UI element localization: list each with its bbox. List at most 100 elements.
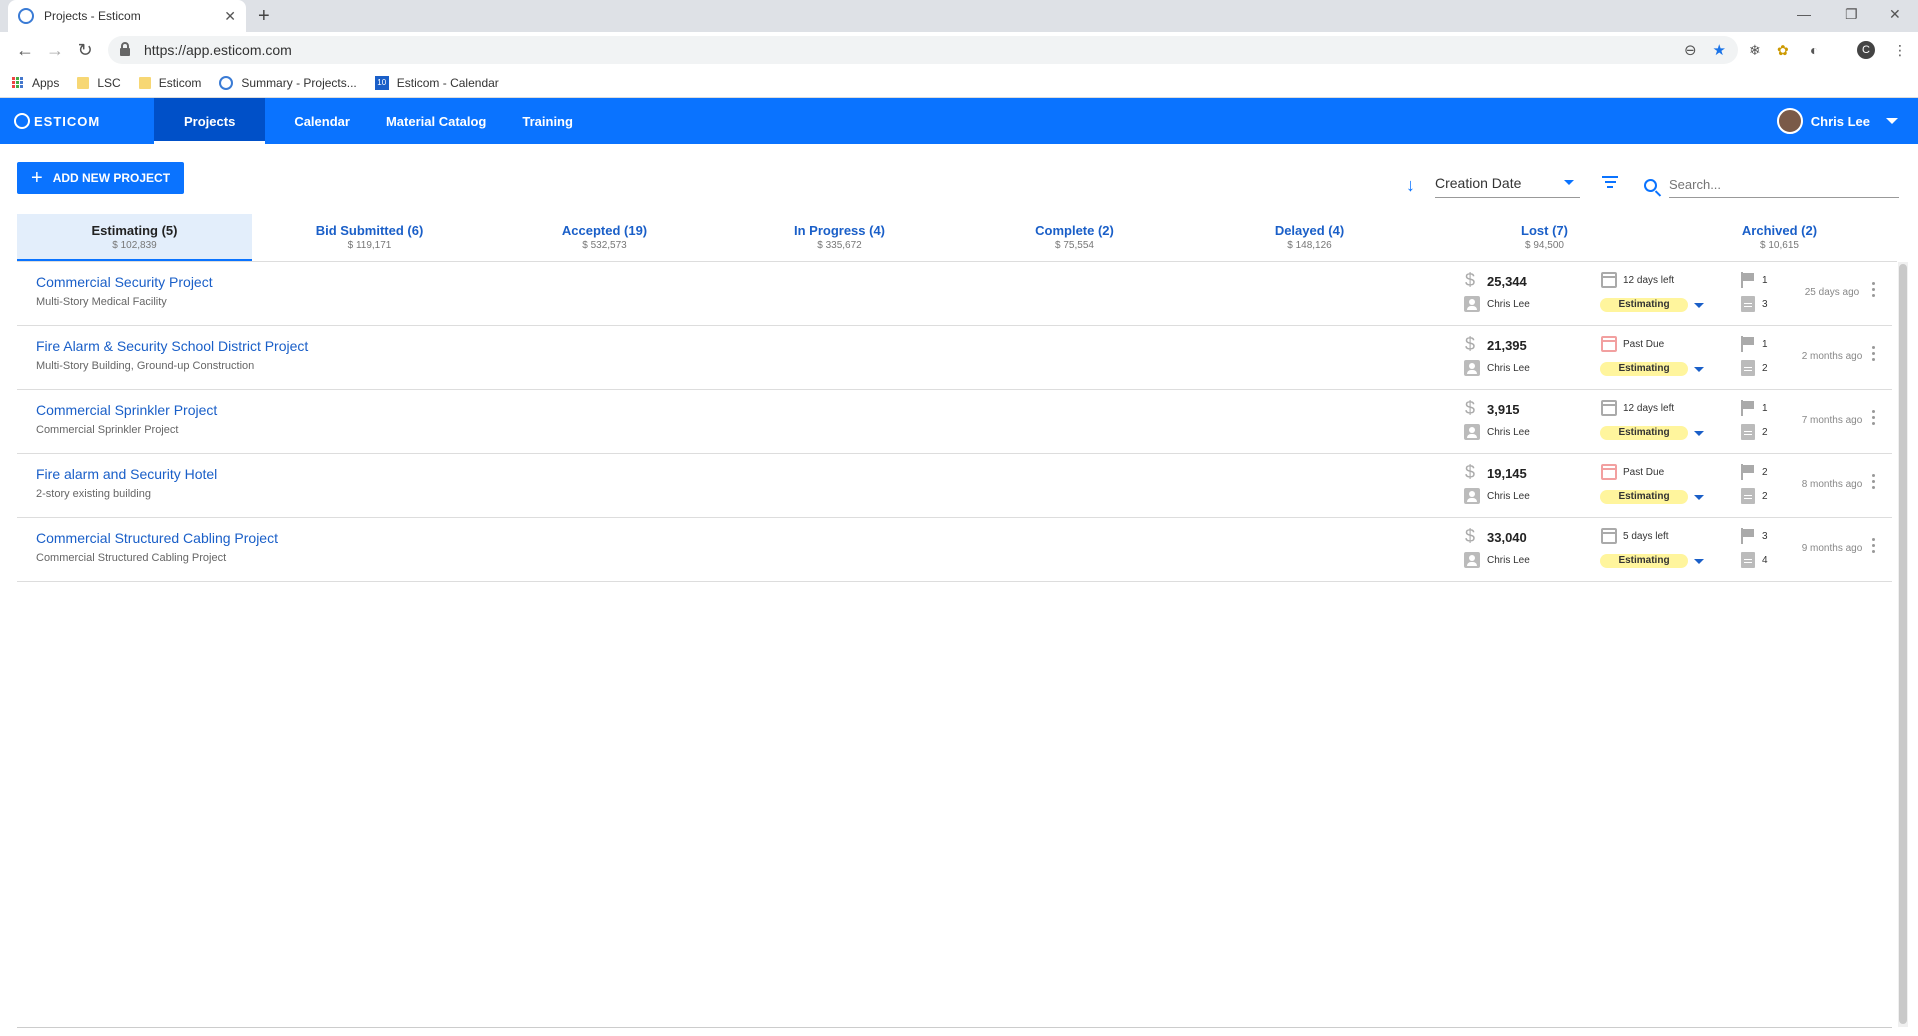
project-row[interactable]: Commercial Security Project Multi-Story … (17, 262, 1892, 326)
bookmark-apps[interactable]: Apps (12, 76, 59, 90)
bookmarks-bar: Apps LSC Esticom Summary - Projects... 1… (0, 68, 1918, 98)
restore-icon[interactable]: ❐ (1845, 6, 1858, 23)
flag-icon (1740, 400, 1756, 416)
project-row[interactable]: Fire Alarm & Security School District Pr… (17, 326, 1892, 390)
browser-menu-icon[interactable]: ⋮ (1893, 42, 1907, 59)
flag-icon (1740, 528, 1756, 544)
status-tab[interactable]: Estimating (5) $ 102,839 (17, 214, 252, 261)
calendar-icon (1601, 528, 1617, 544)
document-icon (1741, 552, 1755, 568)
document-icon (1741, 296, 1755, 312)
bookmark-label: Esticom - Calendar (396, 75, 499, 90)
status-tab[interactable]: In Progress (4) $ 335,672 (722, 214, 957, 261)
extension-snowflake-icon[interactable]: ❄ (1749, 42, 1761, 59)
more-options-icon[interactable] (1872, 410, 1876, 428)
chevron-down-icon[interactable] (1694, 431, 1704, 436)
sort-direction-icon[interactable]: ↓ (1406, 175, 1415, 196)
status-tab[interactable]: Accepted (19) $ 532,573 (487, 214, 722, 261)
new-tab-icon[interactable]: + (258, 5, 270, 28)
status-tab-label: Estimating (5) (91, 223, 178, 238)
person-icon (1464, 488, 1480, 504)
status-tab-label: Archived (2) (1741, 223, 1818, 238)
add-new-project-button[interactable]: + ADD NEW PROJECT (17, 162, 184, 194)
back-icon[interactable]: ← (10, 40, 40, 61)
project-row[interactable]: Commercial Structured Cabling Project Co… (17, 518, 1892, 582)
project-title-link[interactable]: Commercial Security Project (36, 274, 213, 290)
chevron-down-icon[interactable] (1694, 303, 1704, 308)
bookmark-star-icon[interactable]: ★ (1713, 41, 1726, 59)
chevron-down-icon[interactable] (1694, 367, 1704, 372)
more-options-icon[interactable] (1872, 474, 1876, 492)
more-options-icon[interactable] (1872, 282, 1876, 300)
url-text: https://app.esticom.com (144, 42, 292, 58)
reload-icon[interactable]: ↻ (70, 40, 100, 61)
list-bottom-divider (17, 1027, 1892, 1028)
window-close-icon[interactable]: ✕ (1889, 6, 1901, 23)
due-status: 5 days left (1623, 531, 1669, 542)
project-row[interactable]: Fire alarm and Security Hotel 2-story ex… (17, 454, 1892, 518)
sort-select[interactable]: Creation Date (1435, 168, 1580, 198)
status-tab[interactable]: Lost (7) $ 94,500 (1427, 214, 1662, 261)
nav-calendar[interactable]: Calendar (265, 98, 368, 144)
due-status: 12 days left (1623, 275, 1675, 286)
status-tab-amount: $ 148,126 (1287, 240, 1332, 251)
bookmark-lsc[interactable]: LSC (77, 76, 121, 90)
status-tab-amount: $ 94,500 (1525, 240, 1564, 251)
status-tab[interactable]: Archived (2) $ 10,615 (1662, 214, 1897, 261)
flag-icon (1740, 336, 1756, 352)
user-menu[interactable]: Chris Lee (1776, 98, 1898, 144)
lock-icon (120, 42, 130, 56)
chevron-down-icon[interactable] (1694, 495, 1704, 500)
project-title-link[interactable]: Commercial Structured Cabling Project (36, 530, 278, 546)
bookmark-label: Esticom (158, 75, 202, 90)
filter-icon[interactable] (1602, 176, 1618, 191)
search-input[interactable] (1669, 172, 1899, 198)
close-tab-icon[interactable]: ✕ (224, 8, 236, 25)
scrollbar-thumb[interactable] (1899, 264, 1907, 1024)
calendar-favicon-icon: 10 (374, 75, 389, 90)
nav-material-catalog[interactable]: Material Catalog (368, 98, 504, 144)
zoom-icon[interactable]: ⊖ (1684, 41, 1697, 59)
status-tabs: Estimating (5) $ 102,839 Bid Submitted (6… (17, 214, 1897, 262)
forward-icon[interactable]: → (40, 40, 70, 61)
created-ago: 7 months ago (1801, 415, 1863, 426)
status-badge[interactable]: Estimating (1600, 490, 1688, 504)
status-badge[interactable]: Estimating (1600, 362, 1688, 376)
extension-honey-icon[interactable]: ✿ (1777, 42, 1789, 59)
project-owner: Chris Lee (1487, 427, 1530, 438)
esticom-logo[interactable]: ESTICOM (0, 98, 154, 144)
bookmark-summary[interactable]: Summary - Projects... (219, 75, 357, 90)
project-title-link[interactable]: Fire Alarm & Security School District Pr… (36, 338, 308, 354)
omnibox[interactable]: https://app.esticom.com ⊖ ★ (108, 36, 1738, 64)
status-badge[interactable]: Estimating (1600, 298, 1688, 312)
nav-projects[interactable]: Projects (154, 98, 266, 144)
document-count: 3 (1762, 299, 1768, 310)
status-badge[interactable]: Estimating (1600, 554, 1688, 568)
status-badge[interactable]: Estimating (1600, 426, 1688, 440)
bookmark-calendar[interactable]: 10 Esticom - Calendar (374, 75, 499, 90)
project-subtitle: Commercial Structured Cabling Project (36, 552, 227, 564)
extension-circle-icon[interactable]: ◐ (1810, 42, 1818, 58)
more-options-icon[interactable] (1872, 538, 1876, 556)
more-options-icon[interactable] (1872, 346, 1876, 364)
profile-avatar[interactable]: C (1857, 41, 1875, 59)
folder-icon (77, 76, 90, 89)
status-tab[interactable]: Complete (2) $ 75,554 (957, 214, 1192, 261)
project-row[interactable]: Commercial Sprinkler Project Commercial … (17, 390, 1892, 454)
folder-icon (138, 76, 151, 89)
project-title-link[interactable]: Commercial Sprinkler Project (36, 402, 217, 418)
search-icon[interactable] (1644, 178, 1657, 192)
nav-training[interactable]: Training (504, 98, 591, 144)
chevron-down-icon[interactable] (1694, 559, 1704, 564)
project-title-link[interactable]: Fire alarm and Security Hotel (36, 466, 217, 482)
status-tab[interactable]: Delayed (4) $ 148,126 (1192, 214, 1427, 261)
status-tab[interactable]: Bid Submitted (6) $ 119,171 (252, 214, 487, 261)
document-count: 2 (1762, 427, 1768, 438)
status-tab-amount: $ 75,554 (1055, 240, 1094, 251)
flag-icon (1740, 464, 1756, 480)
browser-tab[interactable]: Projects - Esticom ✕ (8, 0, 246, 32)
bookmark-esticom[interactable]: Esticom (138, 75, 202, 90)
browser-tab-title: Projects - Esticom (44, 9, 141, 23)
status-tab-label: Accepted (19) (561, 223, 648, 238)
minimize-icon[interactable]: — (1797, 6, 1811, 22)
